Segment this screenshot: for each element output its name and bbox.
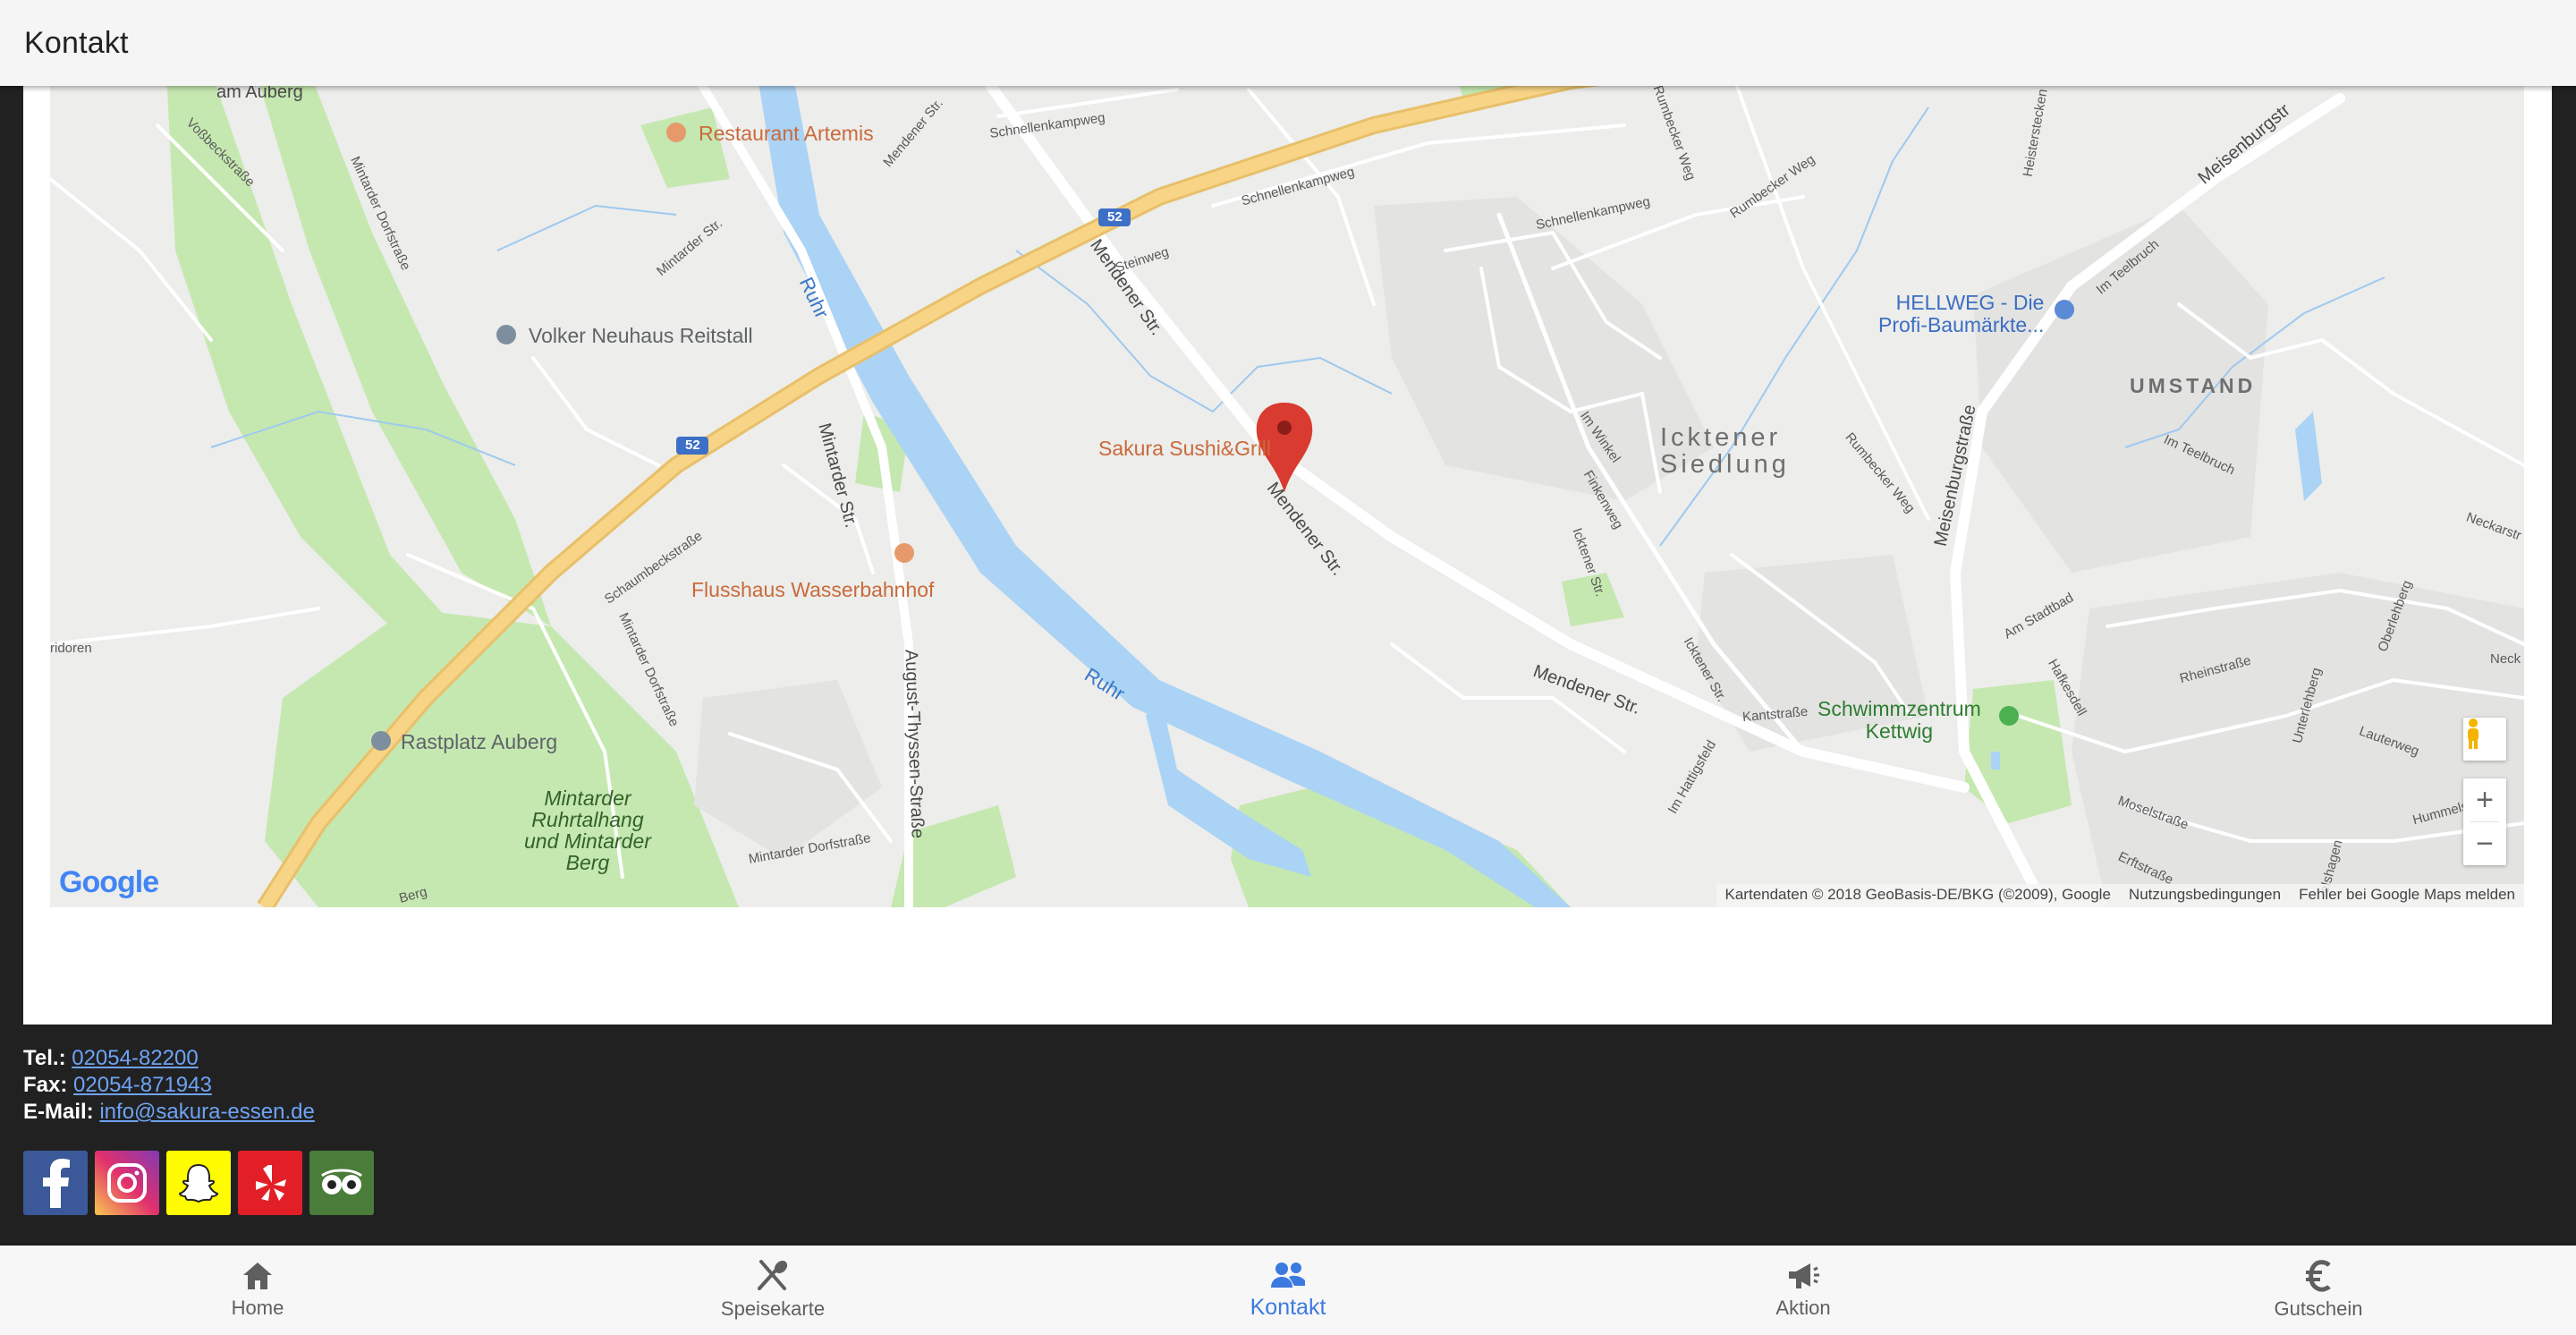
social-links: [23, 1151, 374, 1215]
email-row: E-Mail: info@sakura-essen.de: [23, 1099, 315, 1126]
label-flusshaus[interactable]: Flusshaus Wasserbahnhof: [691, 578, 934, 602]
nav-gutschein[interactable]: Gutschein: [2061, 1246, 2576, 1335]
street-view-pegman[interactable]: [2463, 718, 2506, 761]
page-title: Kontakt: [24, 25, 129, 60]
map-terms-link[interactable]: Nutzungsbedingungen: [2120, 884, 2290, 907]
contact-info: Tel.: 02054-82200 Fax: 02054-871943 E-Ma…: [23, 1045, 315, 1126]
google-logo[interactable]: Google: [59, 865, 159, 900]
label-icktener-siedlung: Icktener Siedlung: [1660, 423, 1790, 480]
label-restaurant-artemis[interactable]: Restaurant Artemis: [699, 122, 874, 146]
megaphone-icon: [1789, 1263, 1819, 1288]
route-52-shield-2: 52: [1107, 209, 1123, 225]
pegman-icon: [2468, 719, 2479, 749]
label-neck: Neck: [2490, 651, 2521, 667]
zoom-out-button[interactable]: −: [2463, 822, 2506, 865]
fax-label: Fax:: [23, 1073, 68, 1097]
map-footer: Kartendaten © 2018 GeoBasis-DE/BKG (©200…: [1716, 884, 2524, 907]
euro-icon: [2306, 1260, 2331, 1292]
instagram-icon[interactable]: [95, 1151, 159, 1215]
nav-aktion[interactable]: Aktion: [1546, 1246, 2061, 1335]
email-link[interactable]: info@sakura-essen.de: [99, 1100, 315, 1124]
google-map[interactable]: Restaurant Artemis Volker Neuhaus Reitst…: [50, 72, 2524, 907]
nav-speisekarte-label: Speisekarte: [720, 1297, 826, 1320]
home-icon: [243, 1263, 272, 1289]
nav-home[interactable]: Home: [0, 1246, 515, 1335]
google-logo-text: Google: [59, 865, 159, 899]
tel-row: Tel.: 02054-82200: [23, 1045, 315, 1072]
contacts-icon: [1271, 1262, 1305, 1288]
yelp-icon[interactable]: [238, 1151, 302, 1215]
nav-kontakt[interactable]: Kontakt: [1030, 1246, 1546, 1335]
map-attribution: Kartendaten © 2018 GeoBasis-DE/BKG (©200…: [1724, 886, 2111, 903]
label-rastplatz[interactable]: Rastplatz Auberg: [401, 730, 557, 754]
label-park: Mintarder Ruhrtalhang und Mintarder Berg: [524, 787, 651, 875]
nav-aktion-label: Aktion: [1775, 1297, 1831, 1319]
tripadvisor-icon[interactable]: [309, 1151, 374, 1215]
fax-link[interactable]: 02054-871943: [73, 1073, 212, 1097]
route-52-shield-1: 52: [685, 438, 700, 453]
nav-home-label: Home: [231, 1297, 284, 1319]
fax-row: Fax: 02054-871943: [23, 1072, 315, 1099]
map-report-link[interactable]: Fehler bei Google Maps melden: [2290, 884, 2524, 907]
nav-kontakt-label: Kontakt: [1250, 1294, 1326, 1320]
tel-link[interactable]: 02054-82200: [72, 1046, 198, 1070]
label-sakura[interactable]: Sakura Sushi&Grill: [1098, 437, 1271, 461]
label-umstand: UMSTAND: [2130, 374, 2257, 397]
snapchat-icon[interactable]: [166, 1151, 231, 1215]
email-label: E-Mail:: [23, 1100, 94, 1124]
label-volker-neuhaus[interactable]: Volker Neuhaus Reitstall: [529, 324, 753, 348]
label-schwimmzentrum[interactable]: Schwimmzentrum Kettwig: [1818, 697, 1981, 744]
nav-speisekarte[interactable]: Speisekarte: [515, 1246, 1030, 1335]
zoom-in-button[interactable]: +: [2463, 778, 2506, 821]
tel-label: Tel.:: [23, 1046, 66, 1070]
bottom-navigation: Home Speisekarte Kontakt Aktion Gutschei…: [0, 1246, 2576, 1335]
map-card: Restaurant Artemis Volker Neuhaus Reitst…: [23, 0, 2552, 1025]
label-ridoren: ridoren: [50, 641, 92, 656]
fork-knife-icon: [758, 1260, 788, 1290]
app-bar: Kontakt: [0, 0, 2576, 86]
label-hellweg[interactable]: HELLWEG - Die Profi-Baumärkte...: [1878, 291, 2044, 337]
facebook-icon[interactable]: [23, 1151, 88, 1215]
nav-gutschein-label: Gutschein: [2274, 1297, 2363, 1320]
zoom-control: + −: [2463, 778, 2506, 865]
